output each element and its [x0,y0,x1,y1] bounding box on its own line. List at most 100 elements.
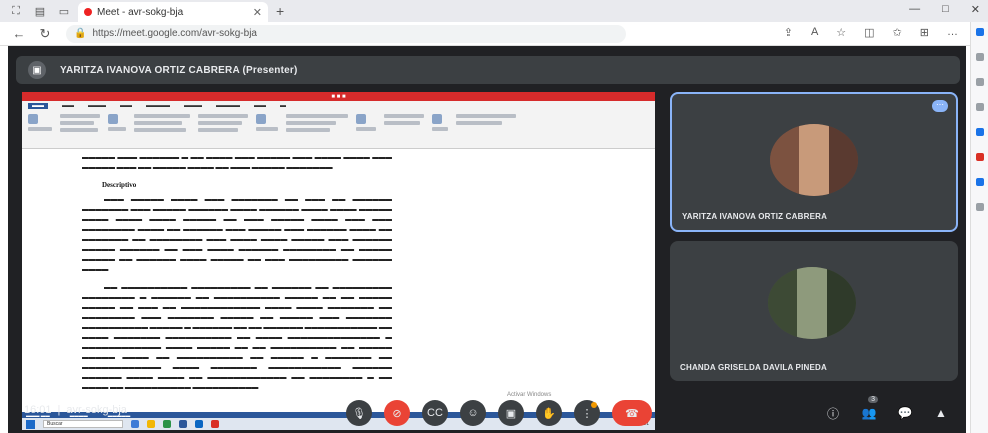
ribbon-group [356,114,376,145]
tab-actions-icon[interactable]: ▭ [56,3,72,19]
browser-tab-strip: ⛶ ▤ ▭ Meet - avr-sokg-bja ✕ + — □ ✕ [0,0,988,22]
copilot-icon[interactable] [975,28,984,36]
document-page: ▬▬▬▬▬ ▬▬▬ ▬▬▬▬▬▬ ▬ ▬▬ ▬▬▬▬ ▬▬▬ ▬▬▬▬▬ ▬▬▬… [82,149,392,412]
word-tab: ▬ [280,103,286,109]
word-tab: ▬▬ [254,103,266,109]
browser-toolbar-icons: ⇪ A ☆ ◫ ✩ ⊞ … [784,26,958,39]
ribbon-group [456,114,516,145]
present-button[interactable]: ▣ [498,400,524,426]
document-body: ▬▬▬ ▬▬▬▬▬ ▬▬▬▬ ▬▬▬ ▬▬▬▬▬▬▬ ▬▬ ▬▬▬ ▬▬ ▬▬▬… [82,195,392,393]
word-tab: ▬▬▬ [184,103,202,109]
reload-icon[interactable]: ↻ [38,26,52,42]
window-controls: — □ ✕ [909,3,980,16]
word-tab: ▬▬▬ [88,103,106,109]
maximize-button[interactable]: □ [942,3,949,16]
participant-tile[interactable]: CHANDA GRISELDA DAVILA PINEDA [670,241,958,381]
ribbon-group [286,114,348,145]
word-file-tab: ▬▬ [28,103,48,109]
microphone-icon: 🎙 [352,407,366,420]
side-panel-controls: ⓘ 👥 3 💬 ▲ [822,396,952,426]
chat-button[interactable]: 💬 [894,400,916,426]
raise-hand-button[interactable]: ✋ [536,400,562,426]
more-options-button[interactable]: ⋮ [574,400,600,426]
present-icon: ▣ [505,407,517,420]
url-text: https://meet.google.com/avr-sokg-bja [92,28,257,39]
tools-icon[interactable] [975,103,984,111]
more-options-icon[interactable]: ⋯ [932,100,948,112]
word-tab: ▬▬▬▬ [216,103,240,109]
recording-dot-icon [84,8,92,16]
emoji-icon: ☺ [467,407,479,419]
chat-icon: 💬 [897,406,913,420]
shopping-icon[interactable] [975,78,984,86]
people-button[interactable]: 👥 3 [858,396,880,426]
lock-icon: 🔒 [74,28,87,39]
participant-count: 3 [868,396,878,403]
reactions-button[interactable]: ☺ [460,400,486,426]
url-field[interactable]: 🔒 https://meet.google.com/avr-sokg-bja [66,24,626,43]
ribbon-group [384,114,424,145]
add-icon[interactable] [975,203,984,211]
favorite-icon[interactable]: ☆ [836,26,846,39]
drop-icon[interactable] [975,178,984,186]
present-screen-icon: ▣ [28,61,46,79]
info-icon: ⓘ [826,406,839,421]
ribbon-group [198,114,248,145]
profile-icon[interactable]: ⛶ [8,3,24,19]
new-tab-button[interactable]: + [276,3,284,19]
collections-icon[interactable]: ⊞ [920,26,929,39]
search-icon[interactable] [975,53,984,61]
read-aloud-icon[interactable]: A [811,26,818,39]
notification-dot [591,402,597,408]
back-icon[interactable]: ← [12,26,26,41]
document-body: ▬▬▬▬▬ ▬▬▬ ▬▬▬▬▬▬ ▬ ▬▬ ▬▬▬▬ ▬▬▬ ▬▬▬▬▬ ▬▬▬… [82,153,392,173]
more-vert-icon: ⋮ [581,407,593,420]
hand-icon: ✋ [542,407,556,420]
meeting-details-button[interactable]: ⓘ [822,400,844,426]
separator: | [57,404,61,416]
favorites-icon[interactable]: ✩ [893,26,902,39]
captions-button[interactable]: CC [422,400,448,426]
cast-icon[interactable]: ⇪ [784,26,793,39]
participant-tile-presenter[interactable]: ⋯ YARITZA IVANOVA ORTIZ CABRERA [670,92,958,232]
call-controls: 🎙 ⊘ CC ☺ ▣ ✋ ⋮ ☎ [346,400,652,426]
participant-name: YARITZA IVANOVA ORTIZ CABRERA [682,212,828,221]
camera-off-icon: ⊘ [392,407,402,420]
word-tab: ▬▬▬▬ [146,103,170,109]
outlook-icon[interactable] [975,128,984,136]
word-tab: ▬▬ [120,103,132,109]
more-icon[interactable]: … [947,26,958,39]
camera-off-button[interactable]: ⊘ [384,400,410,426]
presenter-label: YARITZA IVANOVA ORTIZ CABRERA (Presenter… [60,64,298,76]
office-icon[interactable] [975,153,984,161]
captions-icon: CC [427,407,443,419]
avatar [768,267,856,339]
ribbon-group [60,114,100,145]
close-tab-icon[interactable]: ✕ [253,6,262,19]
address-bar-row: ← ↻ 🔒 https://meet.google.com/avr-sokg-b… [0,22,970,46]
microphone-button[interactable]: 🎙 [346,400,372,426]
ribbon-group [28,114,52,145]
tab-meet[interactable]: Meet - avr-sokg-bja ✕ [78,2,268,22]
workspaces-icon[interactable]: ▤ [32,3,48,19]
word-tab: ▬▬ [62,103,74,109]
activities-button[interactable]: ▲ [930,400,952,426]
meeting-time: 16:01 [24,404,52,416]
split-screen-icon[interactable]: ◫ [864,26,874,39]
avatar [770,124,858,196]
activities-icon: ▲ [935,406,947,420]
doc-paragraph: ▬▬ ▬▬▬▬▬▬▬▬▬▬ ▬▬▬▬▬▬▬▬▬ ▬▬ ▬▬▬▬▬▬ ▬▬ ▬▬▬… [82,284,392,391]
word-ribbon [22,111,655,149]
ribbon-group [256,114,278,145]
close-window-button[interactable]: ✕ [971,3,980,16]
ribbon-group [134,114,190,145]
word-ribbon-tabs: ▬▬ ▬▬ ▬▬▬ ▬▬ ▬▬▬▬ ▬▬▬ ▬▬▬▬ ▬▬ ▬ [22,101,655,111]
participant-name: CHANDA GRISELDA DAVILA PINEDA [680,363,827,372]
ribbon-group [108,114,126,145]
leave-call-button[interactable]: ☎ [612,400,652,426]
minimize-button[interactable]: — [909,3,920,16]
meeting-code: avr-sokg-bja [66,404,127,416]
doc-line: ▬▬▬▬▬ ▬▬▬ ▬▬▬▬▬▬ ▬ ▬▬ ▬▬▬▬ ▬▬▬ ▬▬▬▬▬ ▬▬▬… [82,154,392,171]
edge-sidebar [970,22,988,433]
ribbon-group [432,114,448,145]
